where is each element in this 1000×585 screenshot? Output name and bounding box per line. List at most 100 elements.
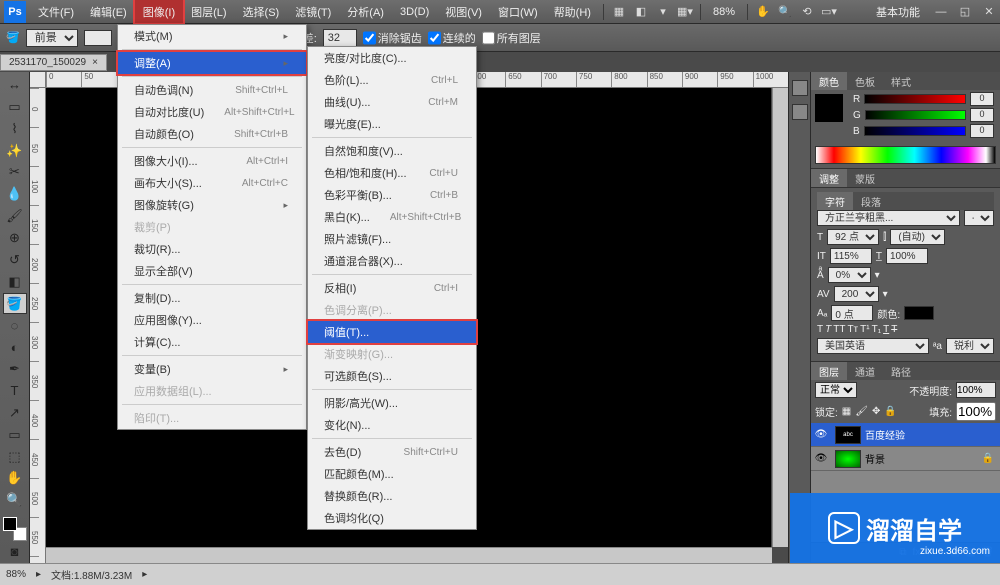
restore-icon[interactable]: ◱ xyxy=(954,2,976,22)
underline-icon[interactable]: T xyxy=(883,324,889,335)
brush-tool[interactable]: 🖌 xyxy=(3,205,27,227)
menu-item[interactable]: 调整(A) xyxy=(118,52,306,74)
layer-name[interactable]: 背景 xyxy=(865,451,885,466)
baseline-input[interactable] xyxy=(831,305,873,321)
tab-close-icon[interactable]: × xyxy=(92,57,98,68)
menu-item[interactable]: 照片滤镜(F)... xyxy=(308,228,476,250)
menu-image[interactable]: 图像(I) xyxy=(135,0,183,23)
hand-tool[interactable]: ✋ xyxy=(3,467,27,489)
minimize-icon[interactable]: — xyxy=(930,2,952,22)
blur-tool[interactable]: ◌ xyxy=(3,314,27,336)
ruler-vertical[interactable]: 050100150200250300350400450500550600650 xyxy=(30,88,46,563)
lock-image-icon[interactable]: 🖌 xyxy=(855,406,868,417)
tab-layers[interactable]: 图层 xyxy=(811,362,847,380)
eyedropper-tool[interactable]: 💧 xyxy=(3,183,27,205)
menu-item[interactable]: 匹配颜色(M)... xyxy=(308,463,476,485)
tab-channels[interactable]: 通道 xyxy=(847,362,883,380)
tab-paragraph[interactable]: 段落 xyxy=(853,192,889,210)
close-icon[interactable]: ✕ xyxy=(978,2,1000,22)
zoom-tool-icon[interactable]: 🔍 xyxy=(774,2,796,22)
menu-item[interactable]: 阴影/高光(W)... xyxy=(308,392,476,414)
blend-mode-select[interactable]: 正常 xyxy=(815,382,857,398)
visibility-icon[interactable]: 👁 xyxy=(811,429,831,440)
menu-window[interactable]: 窗口(W) xyxy=(490,0,546,23)
history-panel-icon[interactable] xyxy=(792,80,808,96)
subscript-icon[interactable]: T₁ xyxy=(872,324,881,335)
3d-tool[interactable]: ⬚ xyxy=(3,446,27,468)
menu-item[interactable]: 亮度/对比度(C)... xyxy=(308,47,476,69)
font-family-select[interactable]: 方正兰亭粗黑... xyxy=(817,210,960,226)
scrollbar-vertical[interactable] xyxy=(772,88,788,547)
tab-color[interactable]: 颜色 xyxy=(811,72,847,90)
menu-item[interactable]: 复制(D)... xyxy=(118,287,306,309)
tab-swatches[interactable]: 色板 xyxy=(847,72,883,90)
tracking-a-select[interactable]: 0% xyxy=(828,267,871,283)
color-spectrum[interactable] xyxy=(815,146,996,164)
layer-thumbnail[interactable] xyxy=(835,450,861,468)
rotate-view-icon[interactable]: ⟲ xyxy=(796,2,818,22)
strikethrough-icon[interactable]: T xyxy=(891,324,897,335)
move-tool[interactable]: ↔ xyxy=(3,74,27,96)
menu-item[interactable]: 色调均化(Q) xyxy=(308,507,476,529)
quick-mask-icon[interactable]: ◙ xyxy=(3,541,27,563)
visibility-icon[interactable]: 👁 xyxy=(811,453,831,464)
menu-item[interactable]: 自动颜色(O)Shift+Ctrl+B xyxy=(118,123,306,145)
fg-bg-swatches[interactable] xyxy=(3,517,27,541)
antialias-select[interactable]: 锐利 xyxy=(946,338,994,354)
all-caps-icon[interactable]: TT xyxy=(833,324,845,335)
menu-filter[interactable]: 滤镜(T) xyxy=(287,0,339,23)
b-slider[interactable] xyxy=(864,126,966,136)
actions-panel-icon[interactable] xyxy=(792,104,808,120)
menu-file[interactable]: 文件(F) xyxy=(30,0,82,23)
menu-item[interactable]: 裁切(R)... xyxy=(118,238,306,260)
menu-select[interactable]: 选择(S) xyxy=(235,0,288,23)
bridge-icon[interactable]: ▦ xyxy=(608,2,630,22)
small-caps-icon[interactable]: Tᴛ xyxy=(847,324,858,335)
menu-item[interactable]: 反相(I)Ctrl+I xyxy=(308,277,476,299)
menu-item[interactable]: 阈值(T)... xyxy=(308,321,476,343)
text-color-swatch[interactable] xyxy=(904,306,934,320)
zoom-level[interactable]: 88% xyxy=(705,0,743,23)
menu-item[interactable]: 色阶(L)...Ctrl+L xyxy=(308,69,476,91)
menu-item[interactable]: 替换颜色(R)... xyxy=(308,485,476,507)
r-slider[interactable] xyxy=(864,94,966,104)
menu-item[interactable]: 曝光度(E)... xyxy=(308,113,476,135)
dodge-tool[interactable]: ◐ xyxy=(3,336,27,358)
menu-item[interactable]: 计算(C)... xyxy=(118,331,306,353)
menu-item[interactable]: 图像大小(I)...Alt+Ctrl+I xyxy=(118,150,306,172)
tolerance-input[interactable] xyxy=(323,29,357,47)
menu-item[interactable]: 变化(N)... xyxy=(308,414,476,436)
menu-item[interactable]: 自然饱和度(V)... xyxy=(308,140,476,162)
menu-item[interactable]: 色相/饱和度(H)...Ctrl+U xyxy=(308,162,476,184)
menu-item[interactable]: 色彩平衡(B)...Ctrl+B xyxy=(308,184,476,206)
faux-italic-icon[interactable]: T xyxy=(825,324,831,335)
menu-item[interactable]: 模式(M) xyxy=(118,25,306,47)
fg-color-swatch[interactable] xyxy=(815,94,843,122)
antialias-checkbox[interactable]: 消除锯齿 xyxy=(363,29,422,47)
superscript-icon[interactable]: T¹ xyxy=(860,324,869,335)
bucket-tool[interactable]: 🪣 xyxy=(3,293,27,315)
status-zoom[interactable]: 88% xyxy=(6,569,26,580)
menu-item[interactable]: 去色(D)Shift+Ctrl+U xyxy=(308,441,476,463)
menu-item[interactable]: 变量(B) xyxy=(118,358,306,380)
menu-item[interactable]: 可选颜色(S)... xyxy=(308,365,476,387)
menu-item[interactable]: 画布大小(S)...Alt+Ctrl+C xyxy=(118,172,306,194)
opacity-input[interactable] xyxy=(956,382,996,398)
document-tab[interactable]: 2531170_150029 × xyxy=(0,54,107,71)
tracking-b-select[interactable]: 200 xyxy=(834,286,879,302)
wand-tool[interactable]: ✨ xyxy=(3,140,27,162)
tab-styles[interactable]: 样式 xyxy=(883,72,919,90)
menu-analysis[interactable]: 分析(A) xyxy=(339,0,392,23)
menu-edit[interactable]: 编辑(E) xyxy=(82,0,135,23)
hscale-input[interactable] xyxy=(886,248,928,264)
arrange-icon[interactable]: ▦▾ xyxy=(674,2,696,22)
crop-tool[interactable]: ✂ xyxy=(3,161,27,183)
layer-row[interactable]: 👁 abc 百度经验 xyxy=(811,423,1000,447)
ruler-origin[interactable] xyxy=(30,72,46,88)
menu-item[interactable]: 自动对比度(U)Alt+Shift+Ctrl+L xyxy=(118,101,306,123)
marquee-tool[interactable]: ▭ xyxy=(3,96,27,118)
fill-source-select[interactable]: 前景 xyxy=(26,29,78,47)
type-tool[interactable]: T xyxy=(3,380,27,402)
hand-tool-icon[interactable]: ✋ xyxy=(752,2,774,22)
menu-item[interactable]: 应用图像(Y)... xyxy=(118,309,306,331)
